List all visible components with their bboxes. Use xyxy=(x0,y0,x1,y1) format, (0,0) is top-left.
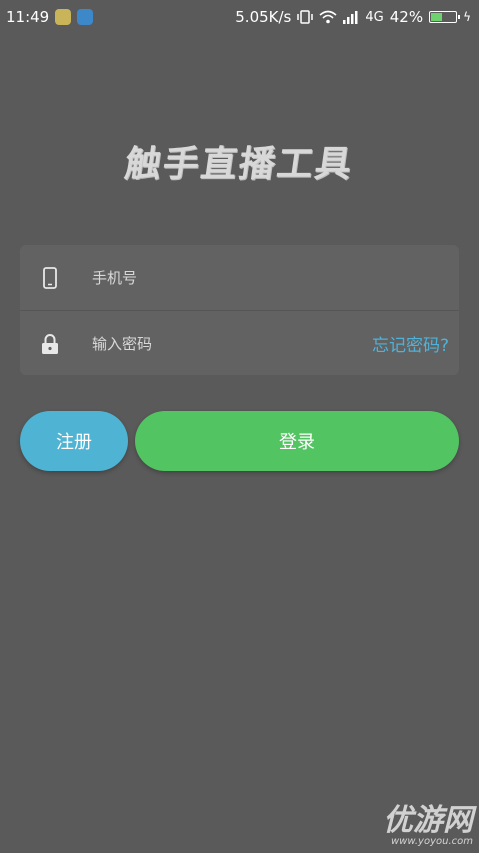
vibrate-icon xyxy=(297,10,314,24)
battery-icon xyxy=(429,11,461,23)
phone-row xyxy=(20,245,459,310)
phone-icon xyxy=(20,266,80,289)
status-time: 11:49 xyxy=(6,8,50,26)
register-button[interactable]: 注册 xyxy=(20,411,128,471)
net-speed: 5.05K/s xyxy=(235,8,292,26)
watermark-url: www.yoyou.com xyxy=(390,836,473,847)
battery-percent: 42% xyxy=(389,8,424,26)
watermark-logo-text: 优游网 xyxy=(383,803,473,838)
wifi-icon xyxy=(319,10,337,24)
password-row: 忘记密码? xyxy=(20,310,459,375)
battery-level xyxy=(431,13,442,21)
charging-icon: ϟ xyxy=(463,10,471,24)
watermark: 优游网 www.yoyou.com xyxy=(383,803,473,848)
login-button[interactable]: 登录 xyxy=(135,411,459,471)
forgot-password-link[interactable]: 忘记密码? xyxy=(372,331,449,356)
signal-icon xyxy=(343,11,358,24)
usb-icon xyxy=(77,9,94,25)
password-input[interactable] xyxy=(90,333,344,354)
login-form: 忘记密码? xyxy=(20,245,459,375)
notification-app-icon xyxy=(55,9,72,25)
phone-input[interactable] xyxy=(90,267,344,288)
app-title: 触手直播工具 xyxy=(122,144,356,185)
network-type: 4G xyxy=(365,9,384,25)
lock-icon xyxy=(20,333,80,355)
status-bar: 11:49 5.05K/s 4G 42% ϟ xyxy=(0,0,479,34)
